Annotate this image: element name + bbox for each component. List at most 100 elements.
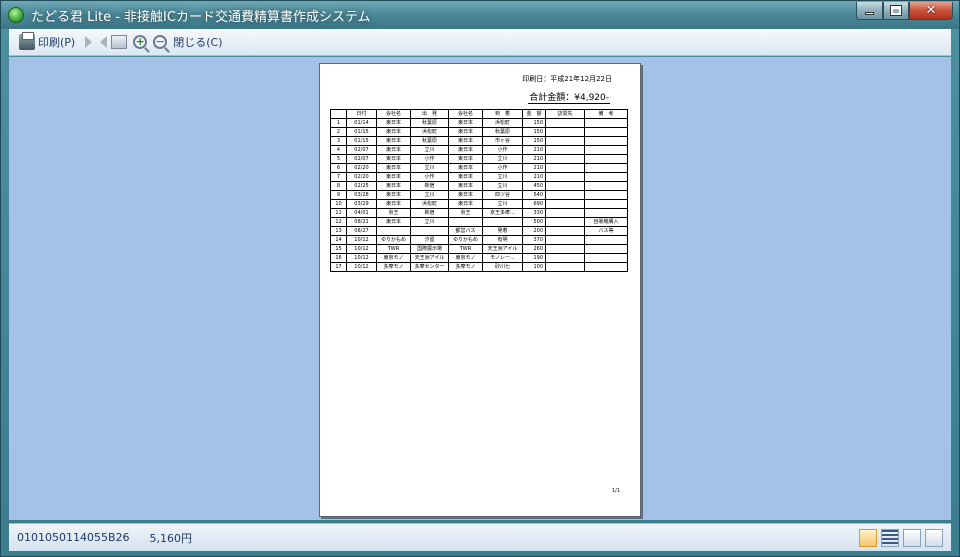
table-cell: 330	[522, 208, 546, 218]
table-cell: 03/29	[346, 199, 377, 209]
minimize-icon	[865, 12, 874, 15]
zoom-out-button[interactable]: −	[153, 31, 168, 53]
table-cell: 150	[522, 127, 546, 137]
table-cell: 1	[330, 118, 347, 128]
table-cell: 260	[522, 244, 546, 254]
table-cell: 立川	[410, 163, 449, 173]
table-cell: 01/15	[346, 127, 377, 137]
table-cell: 東日本	[376, 190, 411, 200]
table-cell: 100	[522, 262, 546, 272]
table-cell: 東日本	[448, 145, 483, 155]
table-cell: 秋葉原	[482, 127, 523, 137]
table-cell: 東日本	[376, 118, 411, 128]
table-cell: 東日本	[376, 199, 411, 209]
table-cell: 16	[330, 253, 347, 263]
table-cell	[545, 253, 585, 263]
table-cell: 08/21	[346, 217, 377, 227]
table-cell	[545, 118, 585, 128]
table-cell: 東日本	[376, 127, 411, 137]
toolbar: 印刷(P) + − 閉じる(C)	[9, 29, 951, 56]
table-cell: TWR	[448, 244, 483, 254]
table-cell: 11	[330, 208, 347, 218]
column-header: 訪問先	[545, 109, 585, 119]
table-cell	[584, 199, 628, 209]
table-cell	[584, 181, 628, 191]
minimize-button[interactable]	[856, 2, 883, 20]
table-cell: 秋葉原	[410, 118, 449, 128]
table-cell: 都営バス	[448, 226, 483, 236]
table-cell: 京王	[376, 208, 411, 218]
next-page-icon[interactable]	[85, 36, 93, 48]
table-cell	[545, 199, 585, 209]
table-cell: 10/12	[346, 235, 377, 245]
table-cell: 東日本	[448, 190, 483, 200]
table-cell: 7	[330, 172, 347, 182]
close-label: 閉じる(C)	[173, 36, 223, 49]
table-cell: 3	[330, 136, 347, 146]
table-cell	[584, 163, 628, 173]
table-cell	[545, 127, 585, 137]
table-row: 10 03/29 東日本 浜松町 東日本 立川 690	[330, 199, 628, 209]
table-cell: 多摩モノ	[376, 262, 411, 272]
zoom-in-button[interactable]: +	[133, 31, 148, 53]
table-cell	[545, 136, 585, 146]
table-cell: 01/14	[346, 118, 377, 128]
table-row: 2 01/15 東日本 浜松町 東日本 秋葉原 150	[330, 127, 628, 137]
table-cell: 立川	[482, 172, 523, 182]
table-cell: 東京モノ	[376, 253, 411, 263]
table-cell: TWR	[376, 244, 411, 254]
table-cell: 14	[330, 235, 347, 245]
table-row: 16 10/12 東京モノ 天王洲アイル 東京モノ モノレー… 190	[330, 253, 628, 263]
table-cell	[545, 262, 585, 272]
list-view-icon[interactable]	[881, 529, 899, 547]
table-cell: 150	[522, 136, 546, 146]
printer-icon	[19, 32, 35, 50]
settings-icon[interactable]	[925, 529, 943, 547]
status-bar: 0101050114055B26 5,160円	[9, 523, 951, 551]
view-switcher	[855, 529, 943, 547]
table-cell: 東京モノ	[448, 253, 483, 263]
table-cell	[584, 136, 628, 146]
title-bar[interactable]: たどる君 Lite - 非接触ICカード交通費精算書作成システム ✕	[1, 1, 959, 29]
column-header: 備 考	[584, 109, 628, 119]
table-cell: 浜松町	[482, 118, 523, 128]
table-cell: モノレー…	[482, 253, 523, 263]
table-cell: 小作	[482, 163, 523, 173]
table-cell: 10/12	[346, 253, 377, 263]
prev-page-icon[interactable]	[100, 36, 108, 48]
app-window: たどる君 Lite - 非接触ICカード交通費精算書作成システム ✕ 印刷(P)…	[0, 0, 960, 557]
table-cell: 東日本	[448, 154, 483, 164]
table-row: 14 10/12 ゆりかもめ 汐留 ゆりかもめ 有明 370	[330, 235, 628, 245]
table-cell: 国際展示場	[410, 244, 449, 254]
print-button[interactable]: 印刷(P)	[19, 31, 75, 53]
table-cell	[545, 145, 585, 155]
table-row: 9 03/28 東日本 立川 東日本 四ツ谷 540	[330, 190, 628, 200]
table-cell	[545, 226, 585, 236]
close-window-button[interactable]: ✕	[909, 2, 953, 20]
table-cell: 210	[522, 163, 546, 173]
table-cell	[545, 244, 585, 254]
table-cell: 210	[522, 172, 546, 182]
table-cell: 小作	[482, 145, 523, 155]
table-cell: 東日本	[376, 145, 411, 155]
print-preview-area[interactable]: 印刷日：平成21年12月22日 合計金額：¥4,920- 日付 会社名出 発会社名…	[9, 57, 951, 520]
table-cell	[545, 208, 585, 218]
total-amount: 合計金額：¥4,920-	[528, 90, 610, 104]
close-button[interactable]: 閉じる(C)	[173, 31, 222, 53]
table-cell	[545, 217, 585, 227]
single-page-button[interactable]	[111, 31, 128, 53]
table-cell	[584, 118, 628, 128]
table-cell: 新宿	[410, 208, 449, 218]
table-cell: 東日本	[376, 172, 411, 182]
table-cell: 02/20	[346, 172, 377, 182]
table-cell: 13	[330, 226, 347, 236]
table-row: 12 08/21 東日本 立川 500 自販機購入	[330, 217, 628, 227]
export-icon[interactable]	[903, 529, 921, 547]
table-cell: 540	[522, 190, 546, 200]
table-cell: 立川	[410, 145, 449, 155]
maximize-button[interactable]	[883, 2, 909, 20]
table-cell: 690	[522, 199, 546, 209]
table-cell: 370	[522, 235, 546, 245]
table-cell: 小作	[410, 172, 449, 182]
grid-view-icon[interactable]	[859, 529, 877, 547]
